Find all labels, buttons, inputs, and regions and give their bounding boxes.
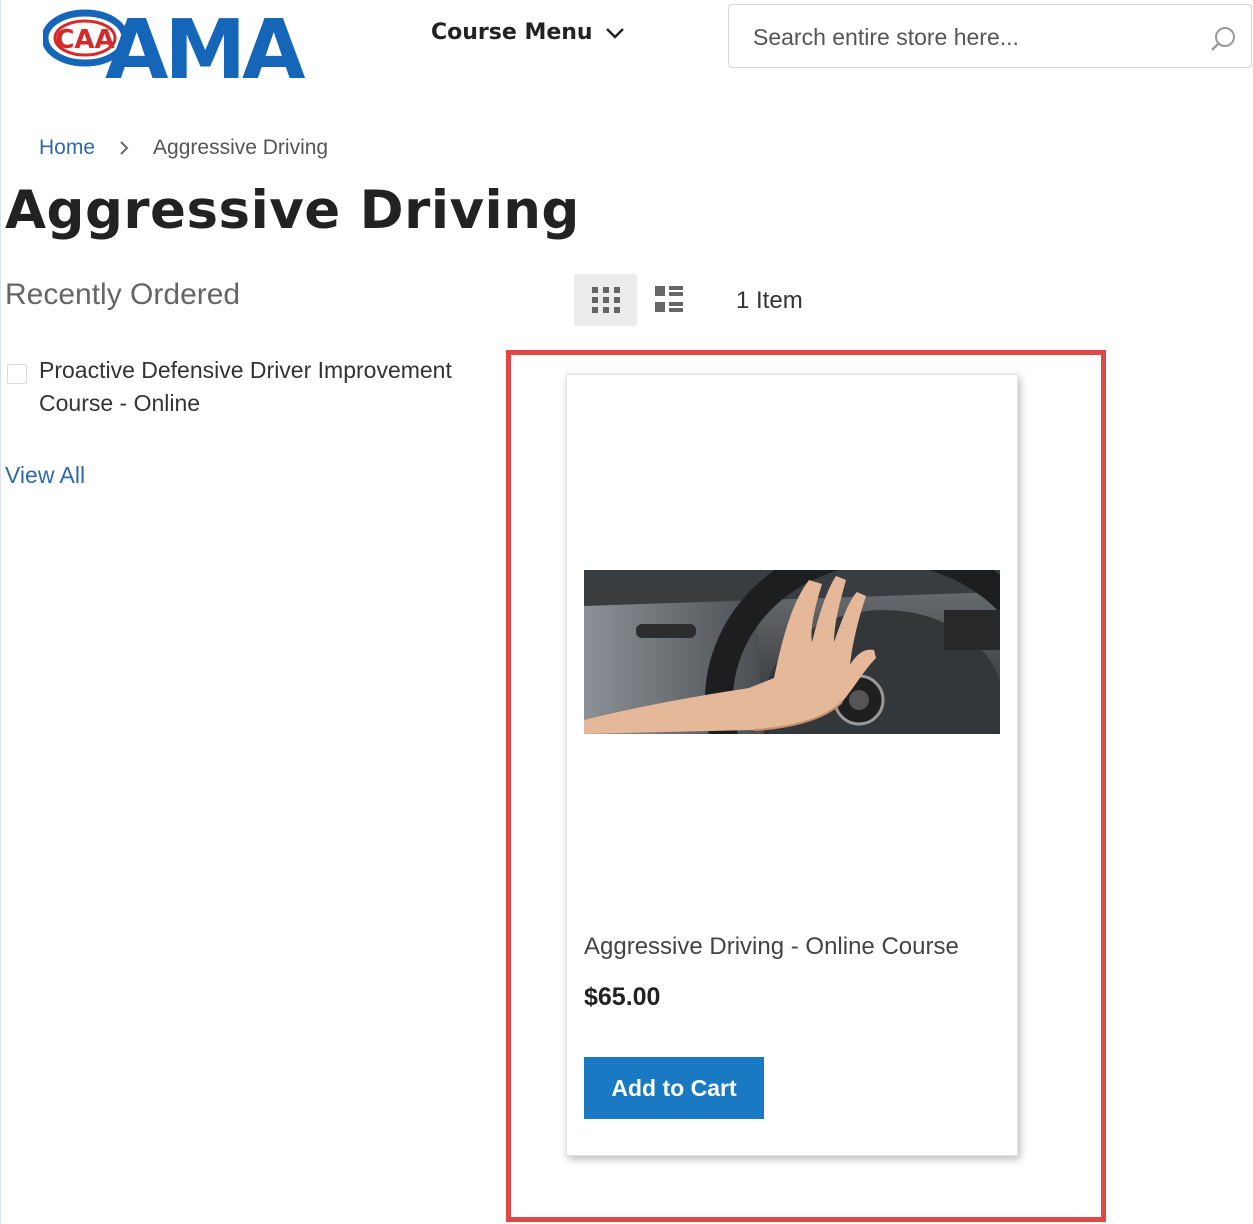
logo-brand-text: AMA (105, 8, 306, 82)
view-all-link[interactable]: View All (5, 462, 85, 489)
toolbar-item-count: 1 Item (736, 287, 803, 314)
recently-ordered-checkbox[interactable] (7, 364, 27, 384)
list-view-button[interactable] (649, 274, 689, 326)
course-menu-toggle[interactable]: Course Menu (431, 20, 625, 45)
product-image[interactable] (584, 570, 1000, 734)
ama-logo[interactable]: CAA AMA (41, 3, 333, 98)
page-title: Aggressive Driving (5, 180, 580, 241)
breadcrumb-home-link[interactable]: Home (39, 136, 95, 160)
breadcrumb: Home Aggressive Driving (39, 136, 328, 160)
recently-ordered-item: Proactive Defensive Driver Improvement C… (7, 354, 507, 420)
product-price: $65.00 (584, 983, 661, 1011)
steering-wheel-hand-photo (584, 570, 1000, 734)
recently-ordered-item-label[interactable]: Proactive Defensive Driver Improvement C… (39, 354, 507, 420)
product-card: Aggressive Driving - Online Course $65.0… (566, 374, 1018, 1156)
search-box (728, 4, 1252, 68)
breadcrumb-current: Aggressive Driving (153, 136, 329, 159)
recently-ordered-title: Recently Ordered (5, 278, 241, 311)
logo-graphic: CAA AMA (41, 3, 310, 98)
product-name-link[interactable]: Aggressive Driving - Online Course (584, 933, 959, 961)
chevron-down-icon (605, 27, 624, 39)
grid-view-button[interactable] (574, 274, 637, 326)
search-input[interactable] (753, 19, 1193, 55)
course-menu-label: Course Menu (431, 20, 593, 45)
chevron-right-icon (120, 141, 129, 155)
grid-icon (591, 287, 620, 313)
page: CAA AMA Course Menu Home Aggressive Driv… (0, 0, 1253, 1224)
search-icon[interactable] (1209, 25, 1237, 53)
list-icon (655, 286, 683, 312)
add-to-cart-button[interactable]: Add to Cart (584, 1057, 764, 1119)
